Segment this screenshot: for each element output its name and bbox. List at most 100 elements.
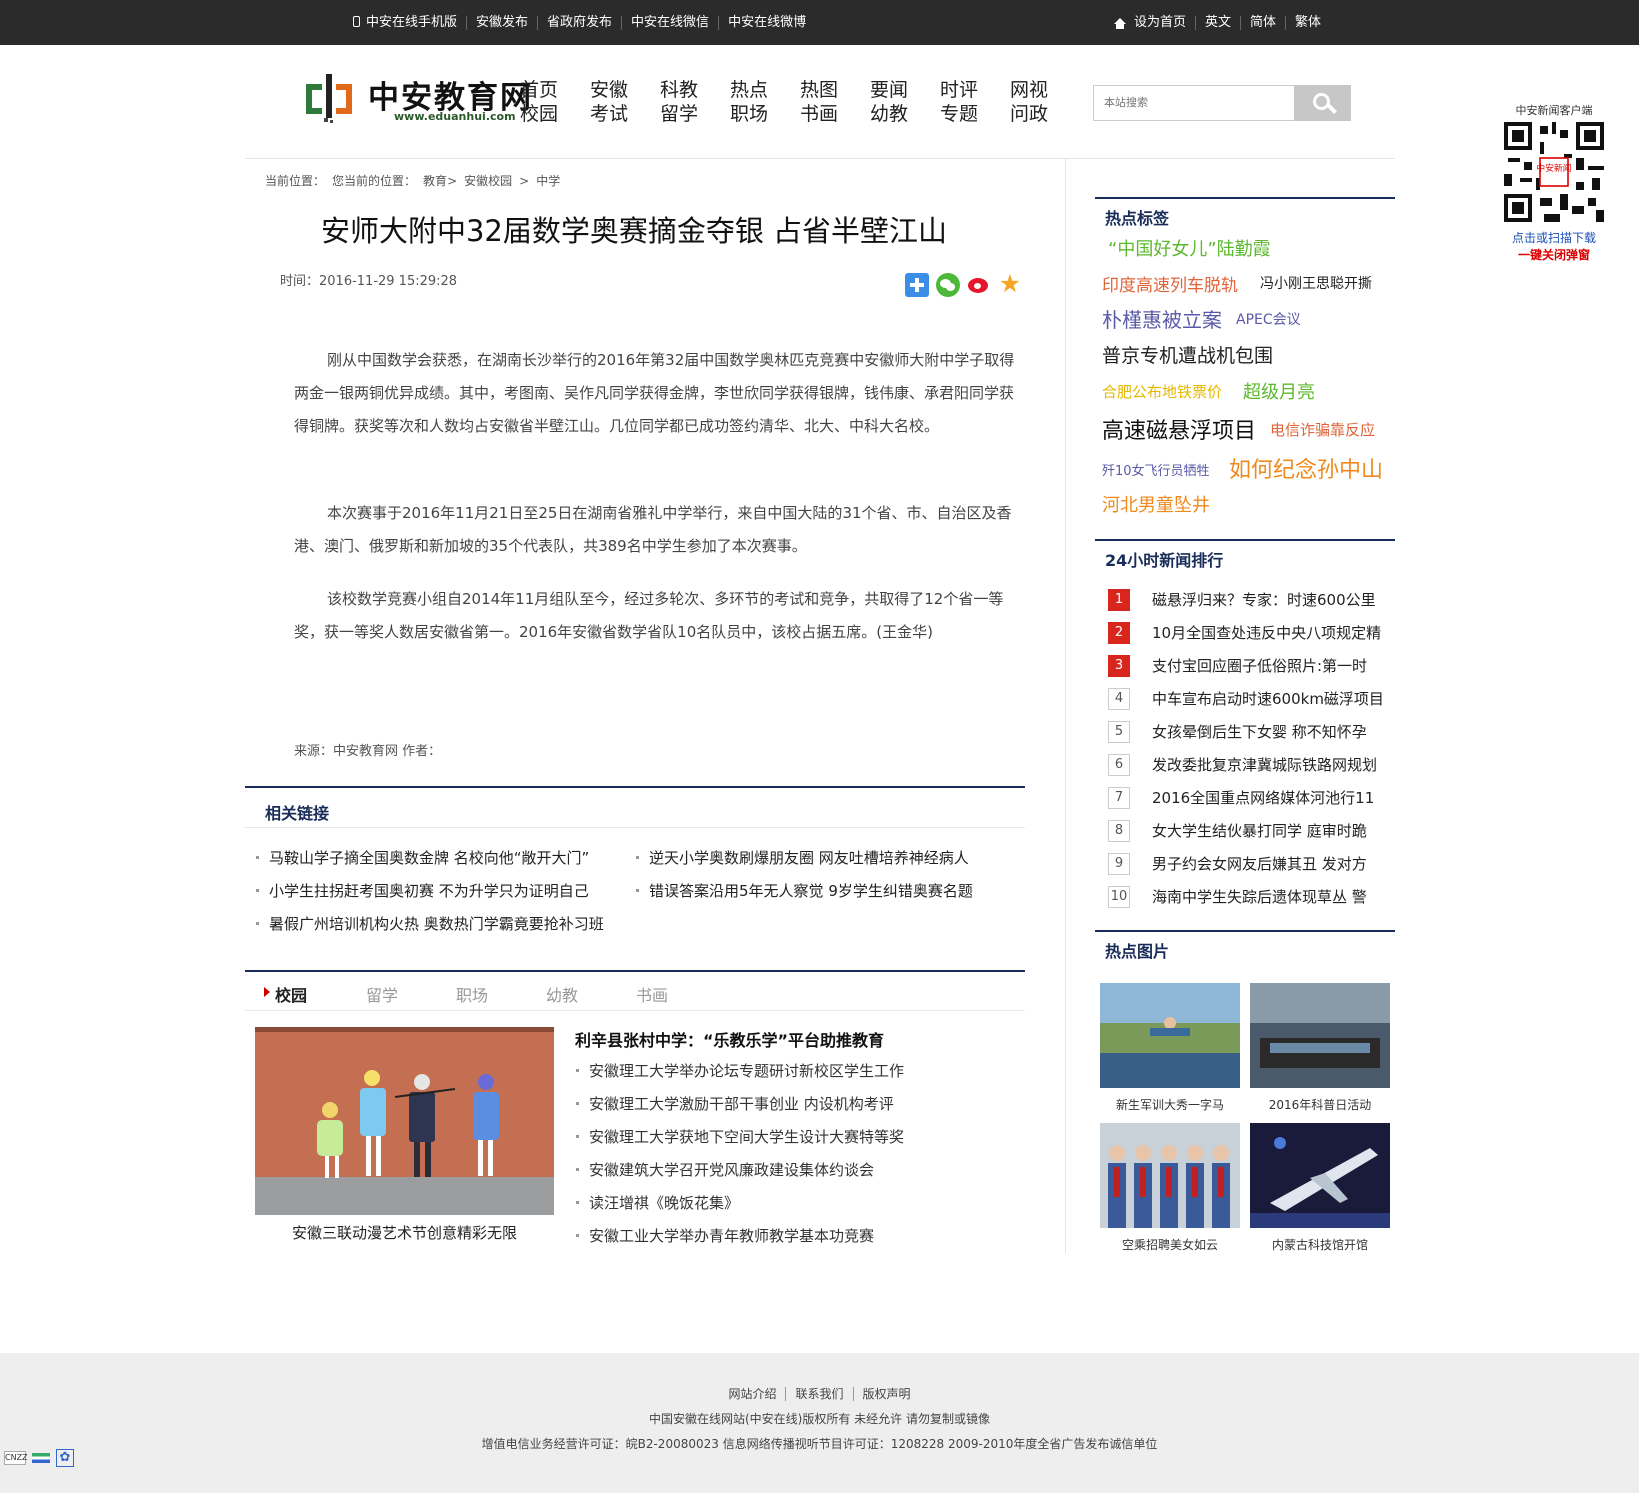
- campus-news-item[interactable]: 安徽理工大学激励干部干事创业 内设机构考评: [576, 1093, 894, 1114]
- wechat-link[interactable]: 中安在线微信: [621, 15, 718, 30]
- hot-tag[interactable]: 如何纪念孙中山: [1229, 452, 1383, 484]
- cnzz-badge[interactable]: CNZZ: [4, 1451, 28, 1465]
- related-link[interactable]: 小学生拄拐赶考国奥初赛 不为升学只为证明自己: [256, 880, 589, 901]
- hot-tag[interactable]: 歼10女飞行员牺牲: [1102, 460, 1210, 479]
- hot-pic-item[interactable]: 内蒙古科技馆开馆: [1250, 1123, 1390, 1253]
- hot-tag[interactable]: 合肥公布地铁票价: [1102, 381, 1222, 402]
- campus-news-item[interactable]: 安徽工业大学举办青年教师教学基本功竞赛: [576, 1225, 874, 1246]
- search-input[interactable]: [1093, 85, 1295, 121]
- hot-pic-caption: 空乘招聘美女如云: [1121, 1238, 1218, 1252]
- ranking-number: 9: [1108, 853, 1130, 875]
- nav-item-hot[interactable]: 热点: [730, 79, 768, 101]
- hot-tag[interactable]: 朴槿惠被立案: [1102, 304, 1222, 333]
- featured-photo-caption[interactable]: 安徽三联动漫艺术节创意精彩无限: [255, 1222, 554, 1243]
- nav-item-inquiry[interactable]: 问政: [1010, 103, 1048, 125]
- nav-item-home[interactable]: 首页: [520, 79, 558, 101]
- campus-news-item[interactable]: 安徽理工大学获地下空间大学生设计大赛特等奖: [576, 1126, 904, 1147]
- weibo-link[interactable]: 中安在线微博: [718, 15, 815, 30]
- ranking-item[interactable]: 1 磁悬浮归来？专家：时速600公里: [1108, 589, 1398, 611]
- nav-item-commentary[interactable]: 时评: [940, 79, 978, 101]
- campus-news-item[interactable]: 安徽理工大学举办论坛专题研讨新校区学生工作: [576, 1060, 904, 1081]
- nav-item-career[interactable]: 职场: [730, 103, 768, 125]
- wechat-share-icon[interactable]: [936, 273, 960, 297]
- footer-about-link[interactable]: 网站介绍: [719, 1387, 785, 1401]
- article-paragraph: 本次赛事于2016年11月21日至25日在湖南省雅礼中学举行，来自中国大陆的31…: [294, 504, 1012, 555]
- footer: 网站介绍 联系我们 版权声明 中国安徽在线网站(中安在线)版权所有 未经允许 请勿复…: [0, 1353, 1639, 1493]
- qr-code-icon[interactable]: 中安新闻: [1504, 122, 1604, 222]
- qr-download-link[interactable]: 点击或扫描下载: [1498, 229, 1610, 246]
- traditional-link[interactable]: 繁体: [1285, 15, 1330, 30]
- nav-item-topics[interactable]: 专题: [940, 103, 978, 125]
- tab-campus[interactable]: 校园: [275, 982, 307, 1006]
- nav-item-art[interactable]: 书画: [800, 103, 838, 125]
- hot-pic-item[interactable]: 新生军训大秀一字马: [1100, 983, 1240, 1113]
- related-link[interactable]: 逆天小学奥数刷爆朋友圈 网友吐槽培养神经病人: [636, 847, 969, 868]
- ranking-item[interactable]: 6 发改委批复京津冀城际铁路网规划: [1108, 754, 1398, 776]
- related-link[interactable]: 马鞍山学子摘全国奥数金牌 名校向他“敞开大门”: [256, 847, 589, 868]
- province-gov-release-link[interactable]: 省政府发布: [537, 15, 621, 30]
- hot-pic-caption: 新生军训大秀一字马: [1115, 1098, 1224, 1112]
- breadcrumb-anhui-campus[interactable]: 安徽校园: [464, 174, 512, 188]
- nav-item-video[interactable]: 网视: [1010, 79, 1048, 101]
- breadcrumb-education[interactable]: 教育: [423, 174, 447, 188]
- qzone-share-icon[interactable]: ★: [998, 271, 1022, 297]
- hot-tag[interactable]: APEC会议: [1236, 309, 1301, 329]
- nav-item-exams[interactable]: 考试: [590, 103, 628, 125]
- breadcrumb-current[interactable]: 您当前的位置: [332, 174, 404, 188]
- nav-item-photos[interactable]: 热图: [800, 79, 838, 101]
- hot-tag[interactable]: 冯小刚王思聪开撕: [1260, 273, 1372, 293]
- nav-item-anhui[interactable]: 安徽: [590, 79, 628, 101]
- site-logo[interactable]: 中安教育网 www.eduanhui.com: [306, 72, 531, 128]
- hot-tag[interactable]: 河北男童坠井: [1102, 491, 1210, 517]
- footer-contact-link[interactable]: 联系我们: [785, 1387, 853, 1401]
- ranking-item[interactable]: 9 男子约会女网友后嫌其丑 发对方: [1108, 853, 1398, 875]
- ranking-item[interactable]: 8 女大学生结伙暴打同学 庭审时跪: [1108, 820, 1398, 842]
- ranking-item[interactable]: 5 女孩晕倒后生下女婴 称不知怀孕: [1108, 721, 1398, 743]
- ranking-item[interactable]: 10 海南中学生失踪后遗体现草丛 警: [1108, 886, 1398, 908]
- simplified-link[interactable]: 简体: [1240, 15, 1285, 30]
- weibo-share-icon[interactable]: [967, 273, 991, 297]
- trust-badge-icon[interactable]: [32, 1453, 50, 1463]
- nav-item-news[interactable]: 要闻: [870, 79, 908, 101]
- hot-pic-item[interactable]: 2016年科普日活动: [1250, 983, 1390, 1113]
- ranking-item[interactable]: 7 2016全国重点网络媒体河池行11: [1108, 787, 1398, 809]
- related-link[interactable]: 暑假广州培训机构火热 奥数热门学霸竟要抢补习班: [256, 913, 604, 934]
- set-homepage-link[interactable]: 设为首页: [1105, 15, 1195, 30]
- ranking-item[interactable]: 4 中车宣布启动时速600km磁浮项目: [1108, 688, 1398, 710]
- english-link[interactable]: 英文: [1195, 15, 1240, 30]
- campus-news-item[interactable]: 安徽建筑大学召开党风廉政建设集体约谈会: [576, 1159, 874, 1180]
- nav-item-study-abroad[interactable]: 留学: [660, 103, 698, 125]
- ranking-item[interactable]: 3 支付宝回应圈子低俗照片:第一时: [1108, 655, 1398, 677]
- breadcrumb-middle-school[interactable]: 中学: [536, 174, 560, 188]
- hot-tag[interactable]: 超级月亮: [1243, 378, 1315, 404]
- hot-tag[interactable]: 电信诈骗靠反应: [1270, 419, 1375, 440]
- tab-preschool[interactable]: 幼教: [546, 982, 578, 1006]
- tab-study-abroad[interactable]: 留学: [366, 982, 398, 1006]
- footer-copyright-link[interactable]: 版权声明: [852, 1387, 920, 1401]
- campus-news-item[interactable]: 读汪增祺《晚饭花集》: [576, 1192, 739, 1213]
- anhui-release-link[interactable]: 安徽发布: [466, 15, 537, 30]
- close-popup-button[interactable]: 一键关闭弹窗: [1498, 246, 1610, 263]
- nav-column: 时评 专题: [940, 78, 1010, 126]
- tab-career[interactable]: 职场: [456, 982, 488, 1006]
- nav-item-campus[interactable]: 校园: [520, 103, 558, 125]
- hot-tag[interactable]: 高速磁悬浮项目: [1102, 413, 1256, 445]
- search-button[interactable]: [1294, 85, 1351, 121]
- tab-art[interactable]: 书画: [636, 982, 668, 1006]
- hot-pic-image: [1250, 1123, 1390, 1228]
- hot-tag[interactable]: 印度高速列车脱轨: [1102, 271, 1238, 296]
- related-link[interactable]: 错误答案沿用5年无人察觉 9岁学生纠错奥赛名题: [636, 880, 973, 901]
- campus-headline[interactable]: 利辛县张村中学：“乐教乐学”平台助推教育: [575, 1027, 884, 1051]
- nav-item-science[interactable]: 科教: [660, 79, 698, 101]
- featured-photo[interactable]: [255, 1027, 554, 1215]
- baidu-paw-icon[interactable]: ✿: [56, 1449, 74, 1467]
- mobile-version-link[interactable]: 中安在线手机版: [344, 15, 466, 30]
- hot-tag[interactable]: “中国好女儿”陆勤霞: [1108, 235, 1271, 261]
- nav-item-preschool[interactable]: 幼教: [870, 103, 908, 125]
- top-links-right: 设为首页 英文 简体 繁体: [1105, 0, 1330, 45]
- share-more-icon[interactable]: [905, 273, 929, 297]
- hot-pic-item[interactable]: 空乘招聘美女如云: [1100, 1123, 1240, 1253]
- hot-tags-header: 热点标签: [1095, 197, 1395, 228]
- hot-tag[interactable]: 普京专机遭战机包围: [1102, 341, 1273, 368]
- ranking-item[interactable]: 2 10月全国查处违反中央八项规定精: [1108, 622, 1398, 644]
